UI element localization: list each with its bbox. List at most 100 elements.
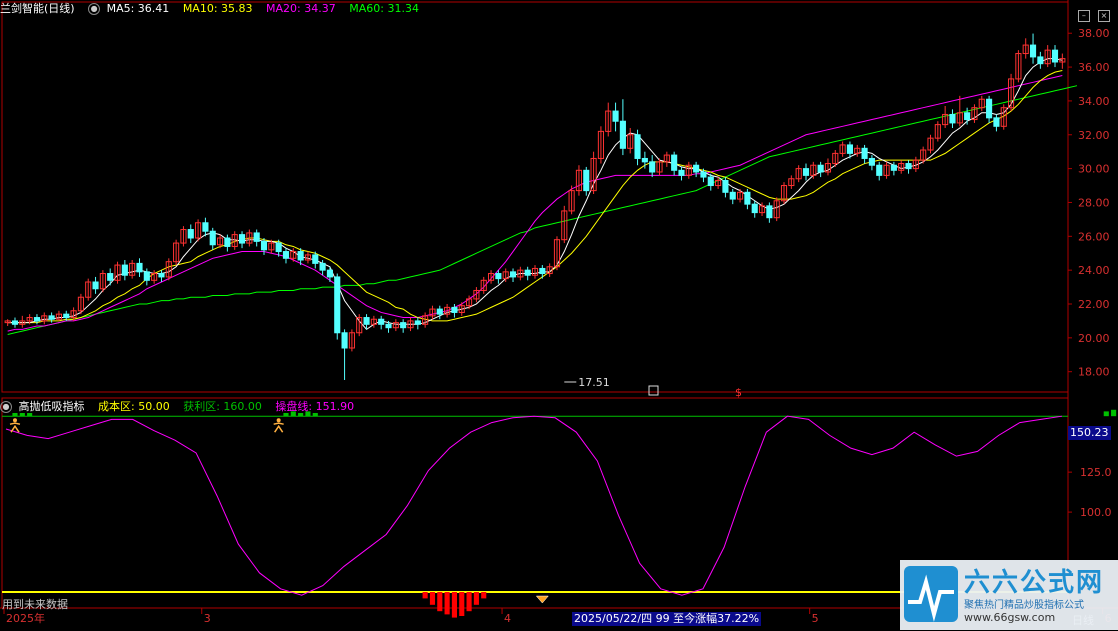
candle-body <box>949 113 956 124</box>
candle-body <box>48 315 55 320</box>
candle-body <box>187 229 194 239</box>
candle-body <box>297 251 304 261</box>
profit-bar <box>1103 411 1109 417</box>
watermark-slogan: 聚焦热门精品炒股指标公式 <box>964 600 1084 611</box>
low-zone-bar <box>429 592 436 605</box>
settings-icon[interactable]: ● <box>88 3 101 15</box>
indicator-tick-label: 125.0 <box>1080 466 1112 479</box>
buy-marker-legs <box>274 424 284 433</box>
candle-body <box>158 273 165 278</box>
candle-body <box>92 281 99 290</box>
candle-body <box>33 317 41 322</box>
candle-body <box>729 191 736 200</box>
candle-body <box>846 144 854 154</box>
x-tick-label: 3 <box>204 612 211 625</box>
price-frame <box>1 1 1069 393</box>
candle-body <box>224 237 231 247</box>
candle-body <box>693 164 700 173</box>
x-tick-label: 5 <box>812 612 819 625</box>
candle-body <box>1037 56 1044 65</box>
candle-body <box>817 164 824 173</box>
x-tick-label: 2025年 <box>6 611 45 625</box>
low-annotation: 17.51 <box>578 376 610 389</box>
candle-body <box>238 234 246 244</box>
dollar-marker-icon: $ <box>735 386 742 399</box>
candle-body <box>11 320 19 325</box>
close-icon[interactable]: × <box>1098 10 1110 22</box>
ma5-line <box>7 58 1063 331</box>
ma20-label: MA20: 34.37 <box>266 2 336 15</box>
candle-body <box>136 262 143 273</box>
price-tick-label: 18.00 <box>1078 366 1110 379</box>
price-tick-label: 38.00 <box>1078 27 1110 40</box>
candle-body <box>143 271 150 281</box>
trader-line-label: 操盘线: 151.90 <box>275 400 355 413</box>
price-tick-label: 24.00 <box>1078 264 1110 277</box>
buy-marker-arms <box>273 422 284 425</box>
indicator-tick-label: 100.0 <box>1080 506 1112 519</box>
profit-bar <box>1111 409 1117 417</box>
logo-mark-icon <box>904 566 958 622</box>
candle-body <box>868 157 875 166</box>
low-zone-bar <box>481 592 487 599</box>
candle-body <box>312 254 319 264</box>
candle-body <box>722 179 729 193</box>
candle-body <box>861 147 868 159</box>
ma10-label: MA10: 35.83 <box>182 2 253 15</box>
candle-body <box>993 117 1000 127</box>
candle-body <box>890 164 897 171</box>
price-legend: 兰剑智能(日线) ● MA5: 36.41 MA10: 35.83 MA20: … <box>0 2 429 16</box>
candle-body <box>509 271 517 278</box>
candle-body <box>385 323 392 329</box>
candle-body <box>641 157 648 163</box>
candle-body <box>282 251 290 259</box>
candle-body <box>341 332 348 349</box>
candle-body <box>986 98 993 119</box>
candle-body <box>751 203 758 214</box>
date-tooltip: 2025/05/22/四 99 至今涨幅37.22% <box>572 612 762 626</box>
price-tick-label: 22.00 <box>1078 298 1110 311</box>
candle-body <box>612 110 619 122</box>
minimize-icon[interactable]: – <box>1077 10 1090 22</box>
candle-body <box>671 154 678 171</box>
low-zone-bar <box>437 592 443 612</box>
candle-body <box>436 308 443 315</box>
window-title: 兰剑智能(日线) <box>0 2 75 15</box>
candle-body <box>876 164 883 176</box>
price-tick-label: 28.00 <box>1078 196 1110 209</box>
candle-body <box>319 262 326 271</box>
chart-canvas: 17.5137.98$ *暴涨 18.0020.0022.0024.0026.0… <box>0 0 1118 625</box>
buy-marker-icon <box>9 418 21 433</box>
indicator-legend: ● 高抛低吸指标 成本区: 50.00 获利区: 160.00 操盘线: 151… <box>0 400 364 414</box>
low-zone-bar <box>451 592 457 618</box>
grid-layer <box>0 0 1118 609</box>
watermark-url: www.66gsw.com <box>964 611 1056 624</box>
cost-zone-label: 成本区: 50.00 <box>98 400 170 413</box>
ma60-line <box>7 85 1078 335</box>
indicator-name[interactable]: 高抛低吸指标 <box>19 400 85 414</box>
candle-body <box>260 240 268 251</box>
candle-body <box>202 222 209 232</box>
candle-body <box>678 169 685 176</box>
buy-marker-head <box>12 418 17 423</box>
candle-body <box>253 232 260 242</box>
price-tick-label: 32.00 <box>1078 129 1110 142</box>
candle-body <box>334 276 341 334</box>
candle-body <box>802 168 810 176</box>
candle-body <box>107 273 114 281</box>
candle-body <box>707 176 714 187</box>
diamond-marker-icon <box>535 595 549 604</box>
candle-body <box>634 134 641 159</box>
candle-body <box>524 269 531 276</box>
window-controls: – × <box>1075 3 1110 22</box>
candle-body <box>649 161 656 173</box>
low-zone-bar <box>473 592 479 605</box>
candle-body <box>744 191 751 205</box>
candle-body <box>414 320 421 325</box>
low-zone-bar <box>444 592 450 615</box>
profit-zone-label: 获利区: 160.00 <box>183 400 262 413</box>
indicator-settings-icon[interactable]: ● <box>0 401 12 413</box>
candle-body <box>63 313 70 319</box>
indicator-value-tag: 150.23 <box>1068 426 1111 440</box>
x-tick-label: 4 <box>504 612 511 625</box>
